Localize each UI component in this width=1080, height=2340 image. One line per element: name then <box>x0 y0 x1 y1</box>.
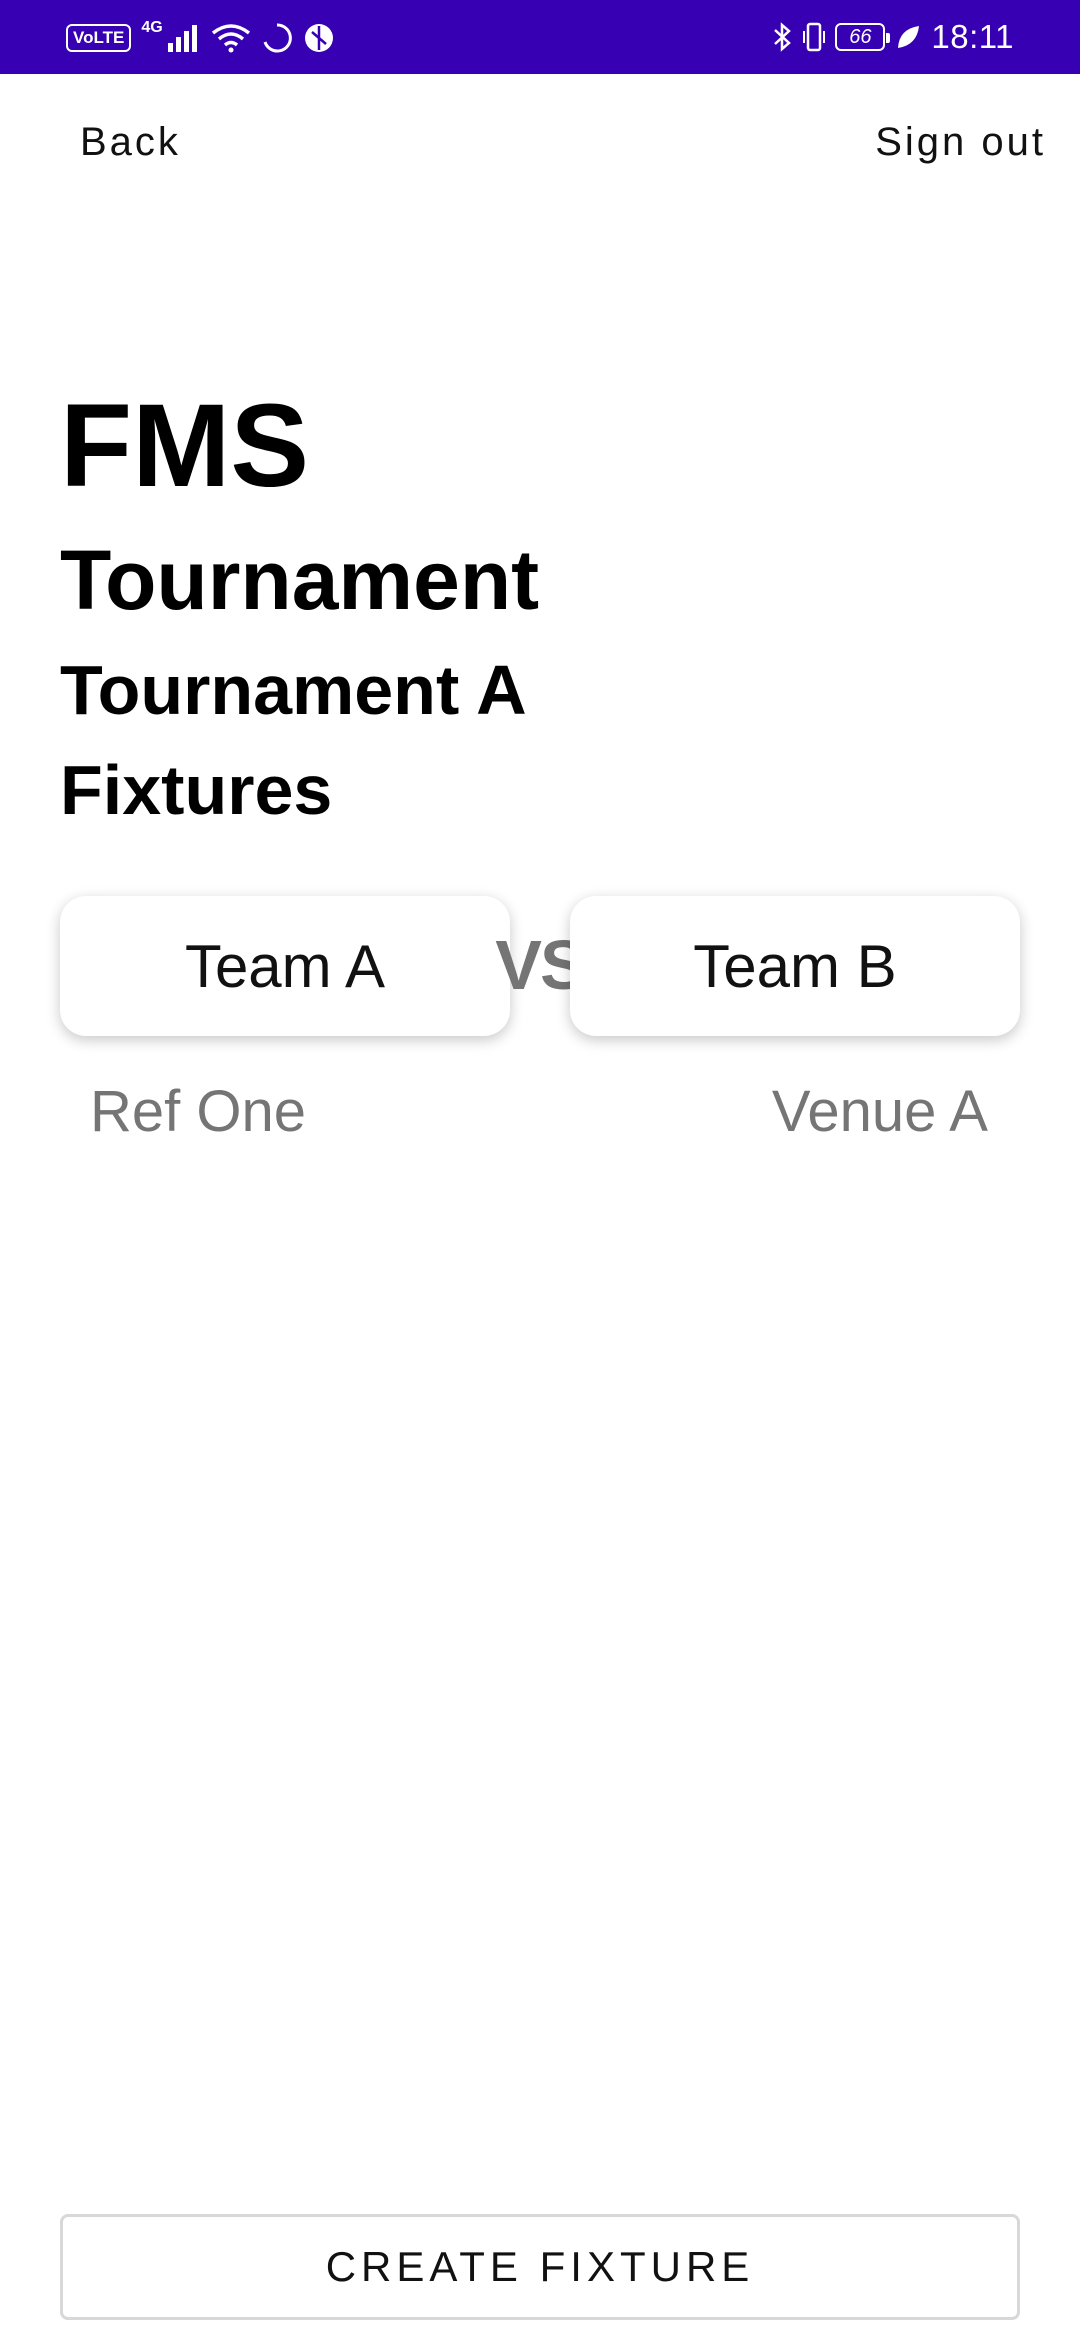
team-b-label: Team B <box>693 932 897 1000</box>
loading-icon <box>261 22 293 54</box>
app-title: FMS <box>60 380 310 512</box>
section-title: Tournament <box>60 533 540 627</box>
referee-label: Ref One <box>90 1079 306 1144</box>
clock: 18:11 <box>931 18 1014 55</box>
volte-badge: VoLTE <box>66 24 132 52</box>
network-type-label: 4G <box>141 19 163 36</box>
team-a-label: Team A <box>184 932 386 1000</box>
status-left: VoLTE 4G <box>66 18 335 58</box>
app-icon <box>303 22 335 54</box>
status-right: 66 18:11 <box>771 14 1014 60</box>
battery-icon: 66 <box>835 23 891 51</box>
back-button[interactable]: Back <box>80 120 181 165</box>
status-bar: VoLTE 4G 66 18:11 <box>0 0 1080 74</box>
bluetooth-icon <box>771 21 793 53</box>
create-fixture-button[interactable]: CREATE FIXTURE <box>60 2214 1020 2320</box>
tournament-name: Tournament A <box>60 651 527 729</box>
leaf-icon <box>895 23 921 51</box>
signal-icon <box>167 23 201 53</box>
create-fixture-label: CREATE FIXTURE <box>325 2243 755 2290</box>
team-b-card[interactable]: Team B <box>570 896 1020 1036</box>
battery-level: 66 <box>849 25 872 48</box>
vibrate-icon <box>803 21 826 53</box>
wifi-icon <box>211 23 251 53</box>
venue-label: Venue A <box>771 1079 988 1144</box>
team-a-card[interactable]: Team A <box>60 896 510 1036</box>
sign-out-button[interactable]: Sign out <box>875 120 1046 165</box>
fixtures-title: Fixtures <box>60 751 333 829</box>
